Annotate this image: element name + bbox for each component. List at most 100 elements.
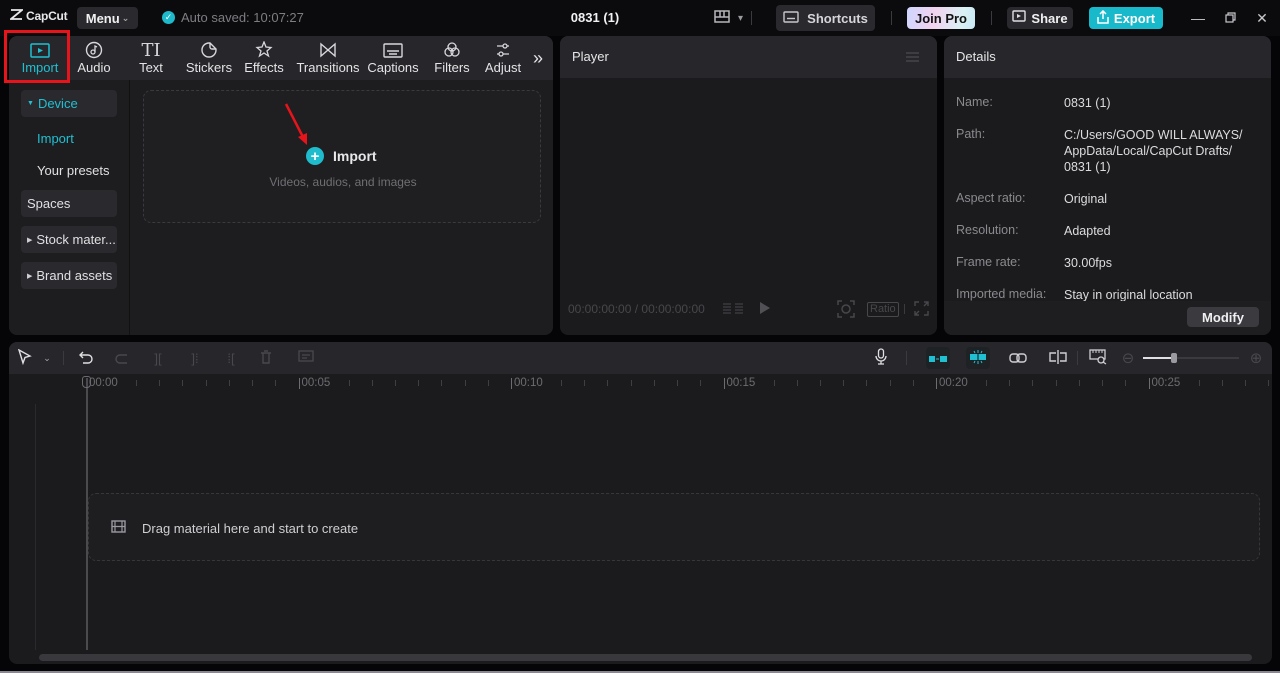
microphone-icon <box>875 348 887 368</box>
zoom-out-icon: ⊖ <box>1121 350 1135 367</box>
media-sidebar: ▼ Device Import Your presets Spaces ▶ St… <box>9 80 130 335</box>
sidebar-item-label: Device <box>37 96 78 111</box>
share-button[interactable]: Share <box>1007 7 1073 29</box>
timeline-drop-area[interactable]: Drag material here and start to create <box>88 493 1260 561</box>
annotation-arrow-icon <box>284 103 307 145</box>
detail-value: Adapted <box>1064 224 1111 238</box>
detail-row-resolution: Resolution: Adapted <box>956 223 1264 239</box>
autosave-text: Auto saved: 10:07:27 <box>181 10 304 25</box>
ruler-tick <box>159 380 161 386</box>
main-track-magnet-toggle[interactable] <box>926 347 950 369</box>
delete-button[interactable] <box>256 348 276 368</box>
import-label: Import <box>333 148 377 164</box>
import-dropzone[interactable]: + Import Videos, audios, and images <box>143 90 541 223</box>
sidebar-item-brand[interactable]: ▶ Brand assets <box>21 262 117 289</box>
cursor-icon <box>17 348 32 368</box>
tab-transitions[interactable]: Transitions <box>295 36 361 80</box>
more-tabs-button[interactable]: » <box>527 36 549 80</box>
sidebar-item-label: Spaces <box>27 196 71 211</box>
trash-icon <box>260 349 272 367</box>
tab-label: Audio <box>77 60 111 75</box>
auto-snap-toggle[interactable] <box>966 347 990 369</box>
zoom-slider-handle[interactable] <box>1170 353 1177 363</box>
split-right-icon: ⁞[ <box>227 350 235 366</box>
playhead-handle[interactable] <box>82 376 91 388</box>
tab-stickers[interactable]: Stickers <box>181 36 237 80</box>
split-left-button[interactable]: ]⁞ <box>185 348 205 368</box>
tab-audio[interactable]: Audio <box>69 36 119 80</box>
ruler-tick <box>1221 380 1223 386</box>
tab-adjust[interactable]: Adjust <box>481 36 525 80</box>
sidebar-item-spaces[interactable]: Spaces <box>21 190 117 217</box>
sidebar-item-import[interactable]: Import <box>37 131 74 146</box>
detail-row-aspect: Aspect ratio: Original <box>956 191 1264 207</box>
tab-label: Captions <box>367 60 419 75</box>
capcut-logo-icon <box>8 9 25 23</box>
split-right-button[interactable]: ⁞[ <box>221 348 241 368</box>
sidebar-item-presets[interactable]: Your presets <box>37 163 110 178</box>
import-button[interactable]: + Import <box>306 147 377 165</box>
chevron-down-icon: ⌄ <box>43 352 51 363</box>
shortcuts-button[interactable]: Shortcuts <box>776 5 875 31</box>
upload-icon <box>1097 9 1109 27</box>
ruler-tick <box>1268 380 1270 386</box>
link-toggle[interactable] <box>1008 348 1028 368</box>
record-voice-button[interactable] <box>871 348 891 368</box>
ruler-tick <box>1009 380 1011 386</box>
tab-filters[interactable]: Filters <box>427 36 477 80</box>
close-button[interactable]: ✕ <box>1253 9 1271 27</box>
undo-button[interactable] <box>76 348 96 368</box>
zoom-in-button[interactable]: ⊕ <box>1246 348 1266 368</box>
ruler-tick <box>228 380 230 386</box>
tab-captions[interactable]: Captions <box>365 36 421 80</box>
preview-axis-toggle[interactable] <box>1048 348 1068 368</box>
caret-right-icon: ▶ <box>27 272 33 280</box>
zoom-slider[interactable] <box>1143 353 1239 363</box>
sidebar-item-label: Stock mater... <box>36 232 116 247</box>
ruler-tick <box>889 380 891 386</box>
tab-effects[interactable]: Effects <box>239 36 289 80</box>
ruler-tick <box>561 380 562 386</box>
details-title: Details <box>956 49 996 64</box>
export-button[interactable]: Export <box>1089 7 1163 29</box>
ruler-tick <box>986 380 987 386</box>
detail-key: Resolution: <box>956 223 1019 237</box>
preview-axis-icon <box>1049 349 1067 367</box>
sidebar-item-stock[interactable]: ▶ Stock mater... <box>21 226 117 253</box>
split-button[interactable]: ][ <box>148 348 168 368</box>
fullscreen-icon[interactable] <box>914 301 929 319</box>
select-tool-dropdown[interactable]: ⌄ <box>37 348 57 368</box>
fit-zoom-icon[interactable] <box>837 300 855 321</box>
marker-button[interactable] <box>296 348 316 368</box>
redo-button[interactable] <box>112 348 132 368</box>
ratio-button[interactable]: Ratio <box>867 302 899 317</box>
media-panel: Import Audio TI Text Stickers Effects Tr… <box>9 36 553 335</box>
sidebar-item-device[interactable]: ▼ Device <box>21 90 117 117</box>
join-pro-button[interactable]: Join Pro <box>907 7 975 29</box>
tab-text[interactable]: TI Text <box>127 36 175 80</box>
ruler-tick <box>1198 380 1200 386</box>
ruler-tick <box>819 380 821 386</box>
zoom-to-fit-button[interactable] <box>1088 348 1108 368</box>
layout-button[interactable]: ▾ <box>714 10 753 26</box>
menu-button[interactable]: Menu ⌄ <box>77 7 138 29</box>
minimize-button[interactable]: — <box>1189 9 1207 27</box>
play-button[interactable] <box>759 301 771 318</box>
effects-icon <box>255 40 273 60</box>
chevron-down-icon: ⌄ <box>121 12 130 23</box>
zoom-out-button[interactable]: ⊖ <box>1118 348 1138 368</box>
select-tool-button[interactable] <box>15 348 35 368</box>
divider <box>891 11 892 25</box>
ruler-tick <box>1032 380 1034 386</box>
waveform-icon[interactable] <box>722 302 744 319</box>
import-subtitle: Videos, audios, and images <box>269 175 417 189</box>
detail-key: Frame rate: <box>956 255 1021 269</box>
ruler-tick <box>1078 380 1080 386</box>
timeline-ruler[interactable]: 00:00 00:05 00:10 00:15 00:20 00:25 <box>9 374 1272 396</box>
modify-button[interactable]: Modify <box>1187 307 1259 327</box>
stickers-icon <box>200 40 218 60</box>
restore-button[interactable] <box>1221 9 1239 27</box>
menu-icon[interactable] <box>906 52 919 62</box>
player-timecode: 00:00:00:00 / 00:00:00:00 <box>568 302 705 316</box>
timeline-scrollbar[interactable] <box>39 654 1252 661</box>
